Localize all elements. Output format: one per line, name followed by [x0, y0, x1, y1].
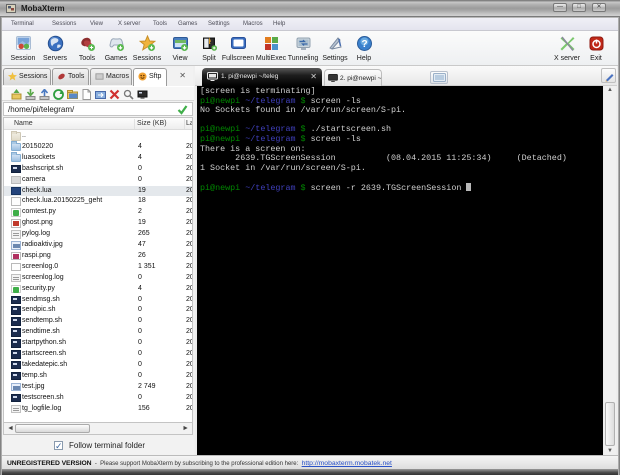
svg-text:?: ? [361, 39, 367, 50]
